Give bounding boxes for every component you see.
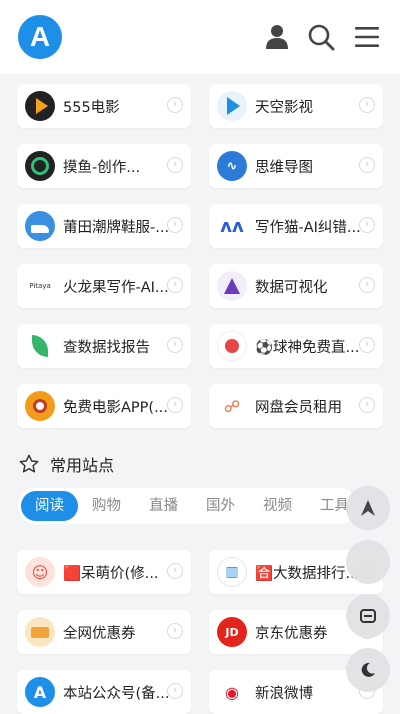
chevron-right-icon: ›: [167, 97, 183, 113]
site-label: 天空影视: [255, 99, 313, 116]
daimeng-icon: ☺: [25, 557, 55, 587]
chevron-right-icon: ›: [359, 397, 375, 413]
mindmap-icon: ∿: [217, 151, 247, 181]
site-card[interactable]: Pitaya 火龙果写作-AI... ›: [17, 264, 191, 308]
search-icon[interactable]: [306, 22, 336, 52]
site-label: 思维导图: [255, 159, 313, 176]
chevron-right-icon: ›: [359, 157, 375, 173]
site-logo[interactable]: A: [18, 15, 62, 59]
site-logo-icon: A: [25, 677, 55, 707]
play-icon: [217, 91, 247, 121]
tab-shopping[interactable]: 购物: [78, 491, 135, 521]
header: A: [0, 0, 400, 74]
tab-foreign[interactable]: 国外: [192, 491, 249, 521]
site-label: ⚽球神免费直...: [255, 339, 360, 356]
user-icon[interactable]: [262, 22, 292, 52]
chevron-right-icon: ›: [167, 623, 183, 639]
site-card[interactable]: ⚽球神免费直... ›: [209, 324, 383, 368]
section-title: 常用站点: [50, 456, 115, 475]
site-card[interactable]: A 本站公众号(备... ›: [17, 670, 191, 714]
ball-icon: [217, 331, 247, 361]
bigdata-icon: ▥: [217, 557, 247, 587]
pitaya-icon: Pitaya: [25, 271, 55, 301]
jd-icon: JD: [217, 617, 247, 647]
star-icon: [19, 454, 39, 473]
site-label: 京东优惠券: [255, 625, 328, 642]
night-mode-button[interactable]: [346, 648, 390, 692]
site-label: 全网优惠券: [63, 625, 136, 642]
tab-read[interactable]: 阅读: [21, 491, 78, 521]
chevron-right-icon: ›: [359, 217, 375, 233]
site-card[interactable]: ʌʌ 写作猫-AI纠错... ›: [209, 204, 383, 248]
shoe-icon: [25, 211, 55, 241]
chevron-right-icon: ›: [167, 337, 183, 353]
site-card[interactable]: 全网优惠券 ›: [17, 610, 191, 654]
section-header: 常用站点: [18, 452, 114, 476]
chevron-right-icon: ›: [167, 157, 183, 173]
site-label: 网盘会员租用: [255, 399, 342, 416]
site-card[interactable]: ☍ 网盘会员租用 ›: [209, 384, 383, 428]
site-card[interactable]: 摸鱼-创作... ›: [17, 144, 191, 188]
up-arrow-icon: [361, 500, 375, 516]
comment-icon: [360, 609, 376, 623]
dataviz-icon: [217, 271, 247, 301]
site-card[interactable]: 莆田潮牌鞋服-... ›: [17, 204, 191, 248]
moyu-icon: [25, 151, 55, 181]
site-label: 免费电影APP(...: [63, 399, 168, 416]
xiezuomao-icon: ʌʌ: [217, 211, 247, 241]
site-card[interactable]: 555电影 ›: [17, 84, 191, 128]
tab-video[interactable]: 视频: [249, 491, 306, 521]
chevron-right-icon: ›: [167, 683, 183, 699]
menu-icon[interactable]: [352, 22, 382, 52]
chevron-right-icon: ›: [167, 397, 183, 413]
site-card[interactable]: ☺ 🟥呆萌价(修... ›: [17, 550, 191, 594]
chevron-right-icon: ›: [359, 277, 375, 293]
site-label: 本站公众号(备...: [63, 685, 170, 702]
chevron-right-icon: ›: [359, 97, 375, 113]
site-label: 555电影: [63, 99, 120, 116]
category-tabs: 阅读 购物 直播 国外 视频 工具: [18, 488, 358, 524]
chevron-right-icon: ›: [167, 277, 183, 293]
leaf-icon: [25, 331, 55, 361]
comment-button[interactable]: [346, 594, 390, 638]
night-mode-icon: [361, 662, 375, 677]
site-label: 摸鱼-创作...: [63, 159, 141, 176]
site-label: 🟥呆萌价(修...: [63, 565, 159, 582]
site-card[interactable]: 免费电影APP(... ›: [17, 384, 191, 428]
site-card[interactable]: 查数据找报告 ›: [17, 324, 191, 368]
back-to-top-button[interactable]: [346, 486, 390, 530]
chevron-right-icon: ›: [359, 337, 375, 353]
netdisk-icon: ☍: [217, 391, 247, 421]
site-label: 莆田潮牌鞋服-...: [63, 219, 170, 236]
site-label: 新浪微博: [255, 685, 313, 702]
site-card[interactable]: 天空影视 ›: [209, 84, 383, 128]
blank-button[interactable]: [346, 540, 390, 584]
site-card[interactable]: 数据可视化 ›: [209, 264, 383, 308]
film-icon: [25, 391, 55, 421]
site-label: 数据可视化: [255, 279, 328, 296]
555-movie-icon: [25, 91, 55, 121]
tab-live[interactable]: 直播: [135, 491, 192, 521]
site-card[interactable]: ∿ 思维导图 ›: [209, 144, 383, 188]
chevron-right-icon: ›: [167, 217, 183, 233]
site-label: 写作猫-AI纠错...: [255, 219, 361, 236]
weibo-icon: ◉: [217, 677, 247, 707]
site-label: 查数据找报告: [63, 339, 150, 356]
site-label: 火龙果写作-AI...: [63, 279, 169, 296]
logo-letter: A: [29, 21, 51, 52]
coupon-icon: [25, 617, 55, 647]
site-label: 🈴大数据排行...: [255, 565, 360, 582]
chevron-right-icon: ›: [167, 563, 183, 579]
